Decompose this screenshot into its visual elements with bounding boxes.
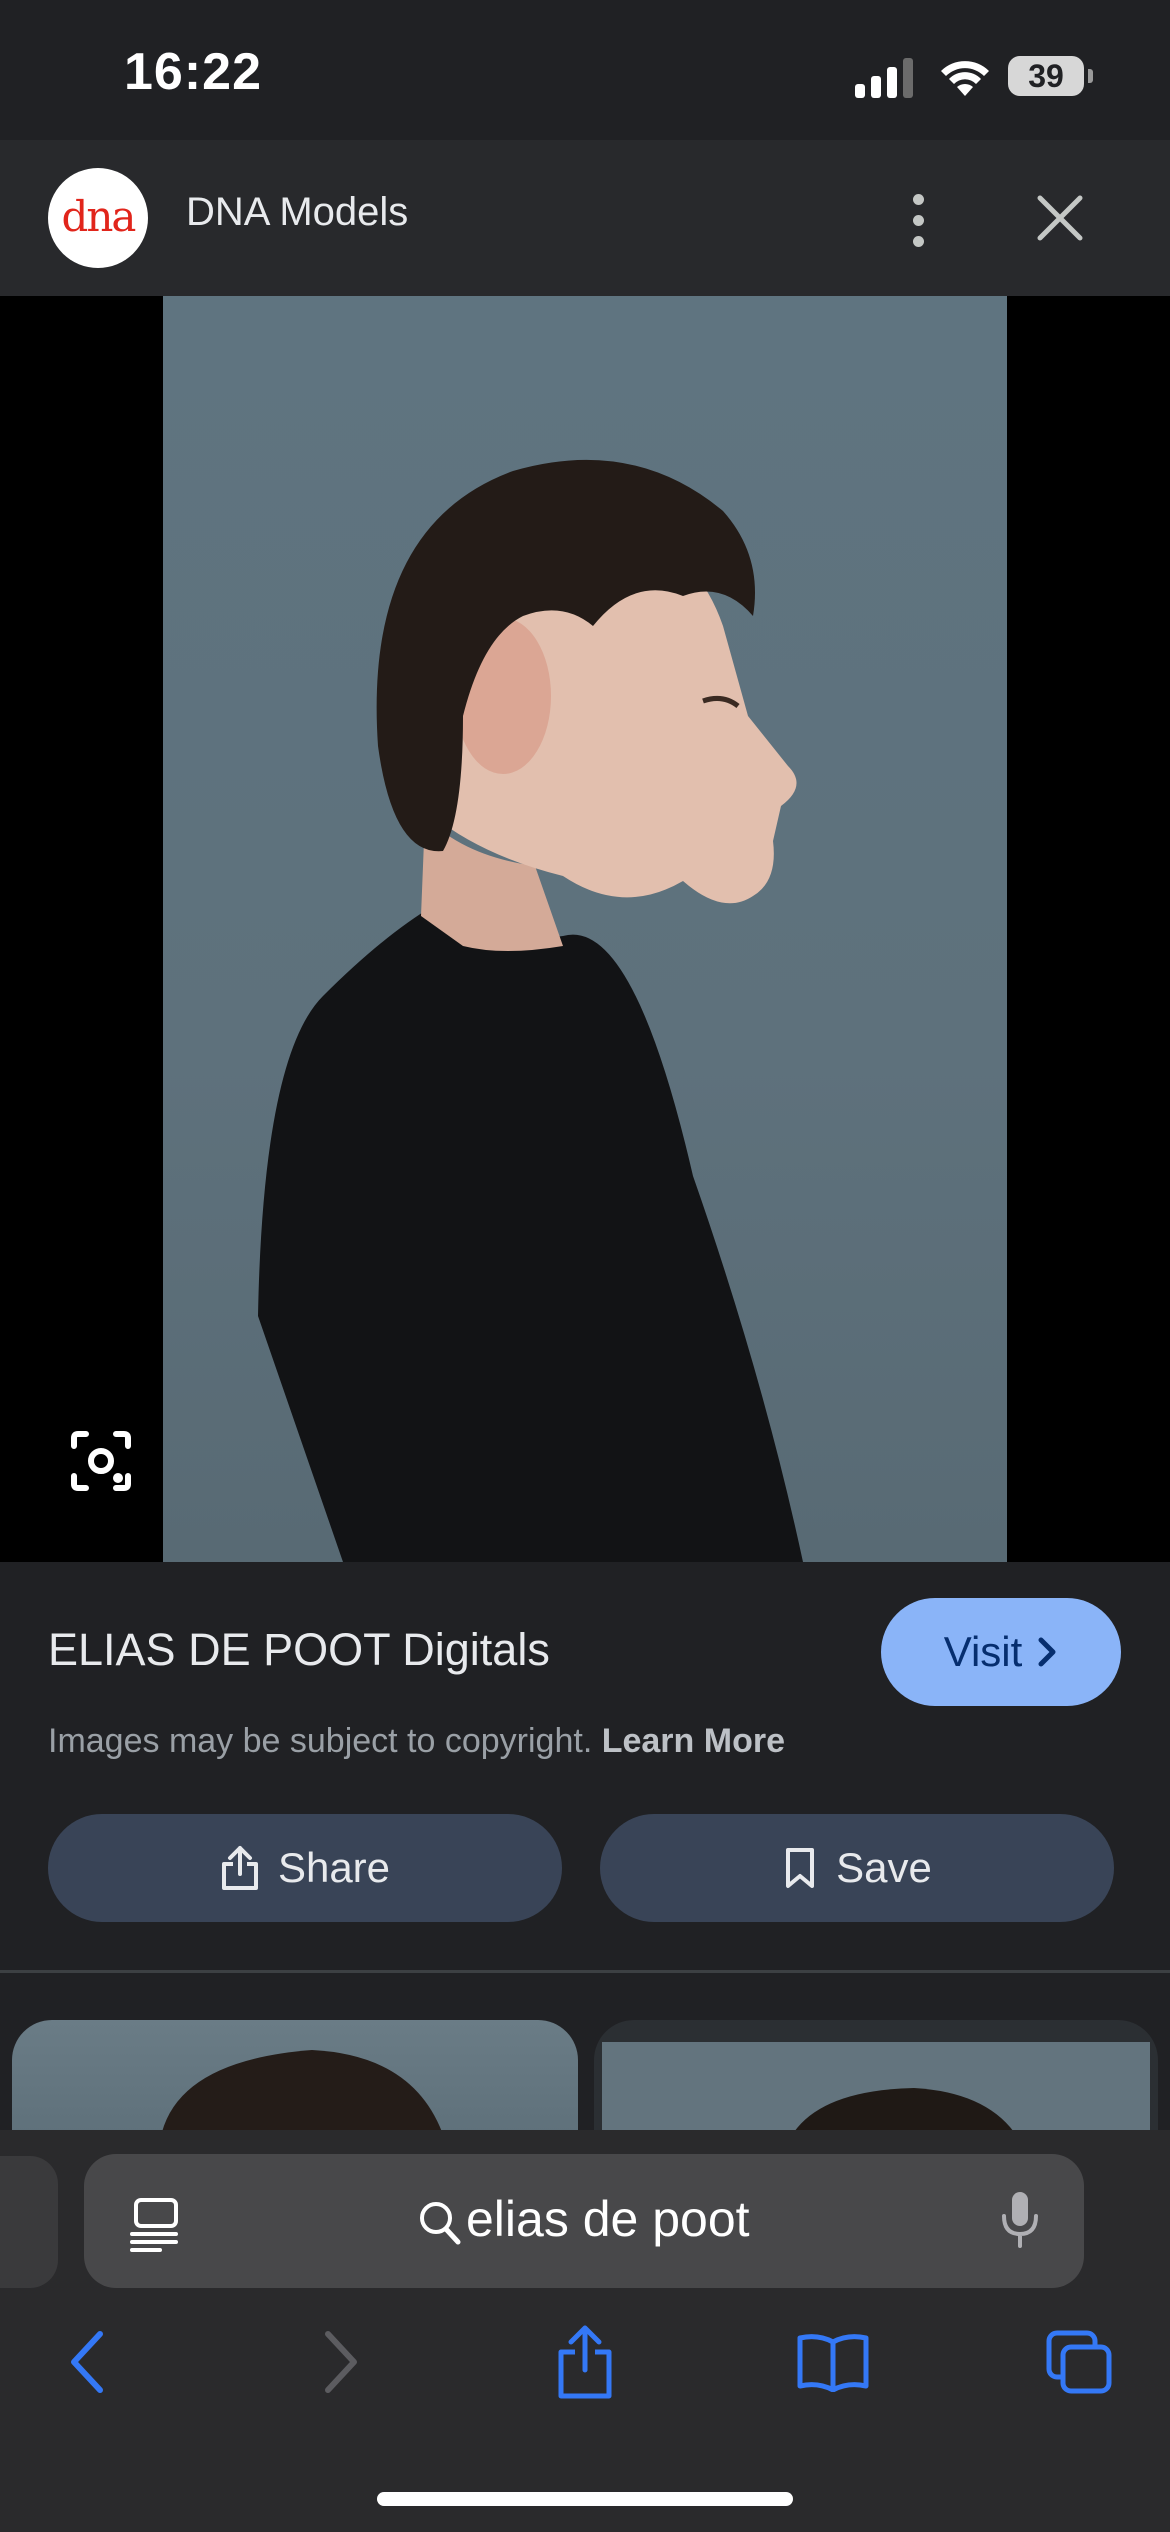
bookmark-icon: [786, 1848, 815, 1888]
back-button[interactable]: [48, 2322, 128, 2402]
learn-more-link[interactable]: Learn More: [602, 1722, 785, 1760]
copyright-text: Images may be subject to copyright.: [48, 1722, 593, 1760]
address-bar-query[interactable]: elias de poot: [466, 2190, 750, 2248]
previous-tab-peek[interactable]: [0, 2156, 58, 2288]
divider: [0, 1970, 1170, 1973]
tabs-button[interactable]: [1040, 2322, 1120, 2402]
search-icon: [420, 2202, 461, 2245]
wifi-icon: [941, 61, 989, 96]
tabs-icon: [1046, 2330, 1112, 2394]
reader-icon[interactable]: [130, 2196, 184, 2252]
copyright-notice: Images may be subject to copyright. Lear…: [48, 1722, 785, 1761]
logo-text: dna: [61, 191, 137, 241]
save-button[interactable]: Save: [600, 1814, 1114, 1922]
share-button[interactable]: Share: [48, 1814, 562, 1922]
related-image-thumbnail[interactable]: [12, 2020, 578, 2132]
book-icon: [797, 2334, 869, 2392]
battery-level: 39: [1028, 58, 1064, 94]
status-time: 16:22: [124, 43, 262, 101]
safari-share-icon: [558, 2325, 612, 2399]
safari-share-button[interactable]: [545, 2322, 625, 2402]
result-image[interactable]: [163, 296, 1007, 1562]
viewer-header: [0, 140, 1170, 296]
lens-icon[interactable]: [68, 1428, 134, 1494]
forward-button[interactable]: [300, 2322, 380, 2402]
save-label: Save: [836, 1844, 932, 1891]
chevron-right-icon: [1038, 1637, 1056, 1667]
forward-icon: [325, 2331, 357, 2393]
back-icon: [71, 2331, 103, 2393]
share-label: Share: [277, 1844, 391, 1891]
result-title: ELIAS DE POOT Digitals: [48, 1624, 550, 1675]
site-logo[interactable]: dna: [48, 168, 148, 268]
bookmarks-button[interactable]: [793, 2322, 873, 2402]
share-icon: [221, 1846, 258, 1890]
visit-label: Visit: [943, 1628, 1023, 1675]
visit-button[interactable]: Visit: [881, 1598, 1121, 1706]
home-indicator: [377, 2492, 793, 2506]
close-icon[interactable]: [1030, 188, 1090, 248]
signal-icon: [855, 58, 913, 98]
site-name[interactable]: DNA Models: [186, 190, 408, 235]
more-vert-icon[interactable]: [900, 180, 936, 260]
related-image-thumbnail[interactable]: [594, 2020, 1158, 2132]
mic-icon[interactable]: [1000, 2190, 1040, 2250]
